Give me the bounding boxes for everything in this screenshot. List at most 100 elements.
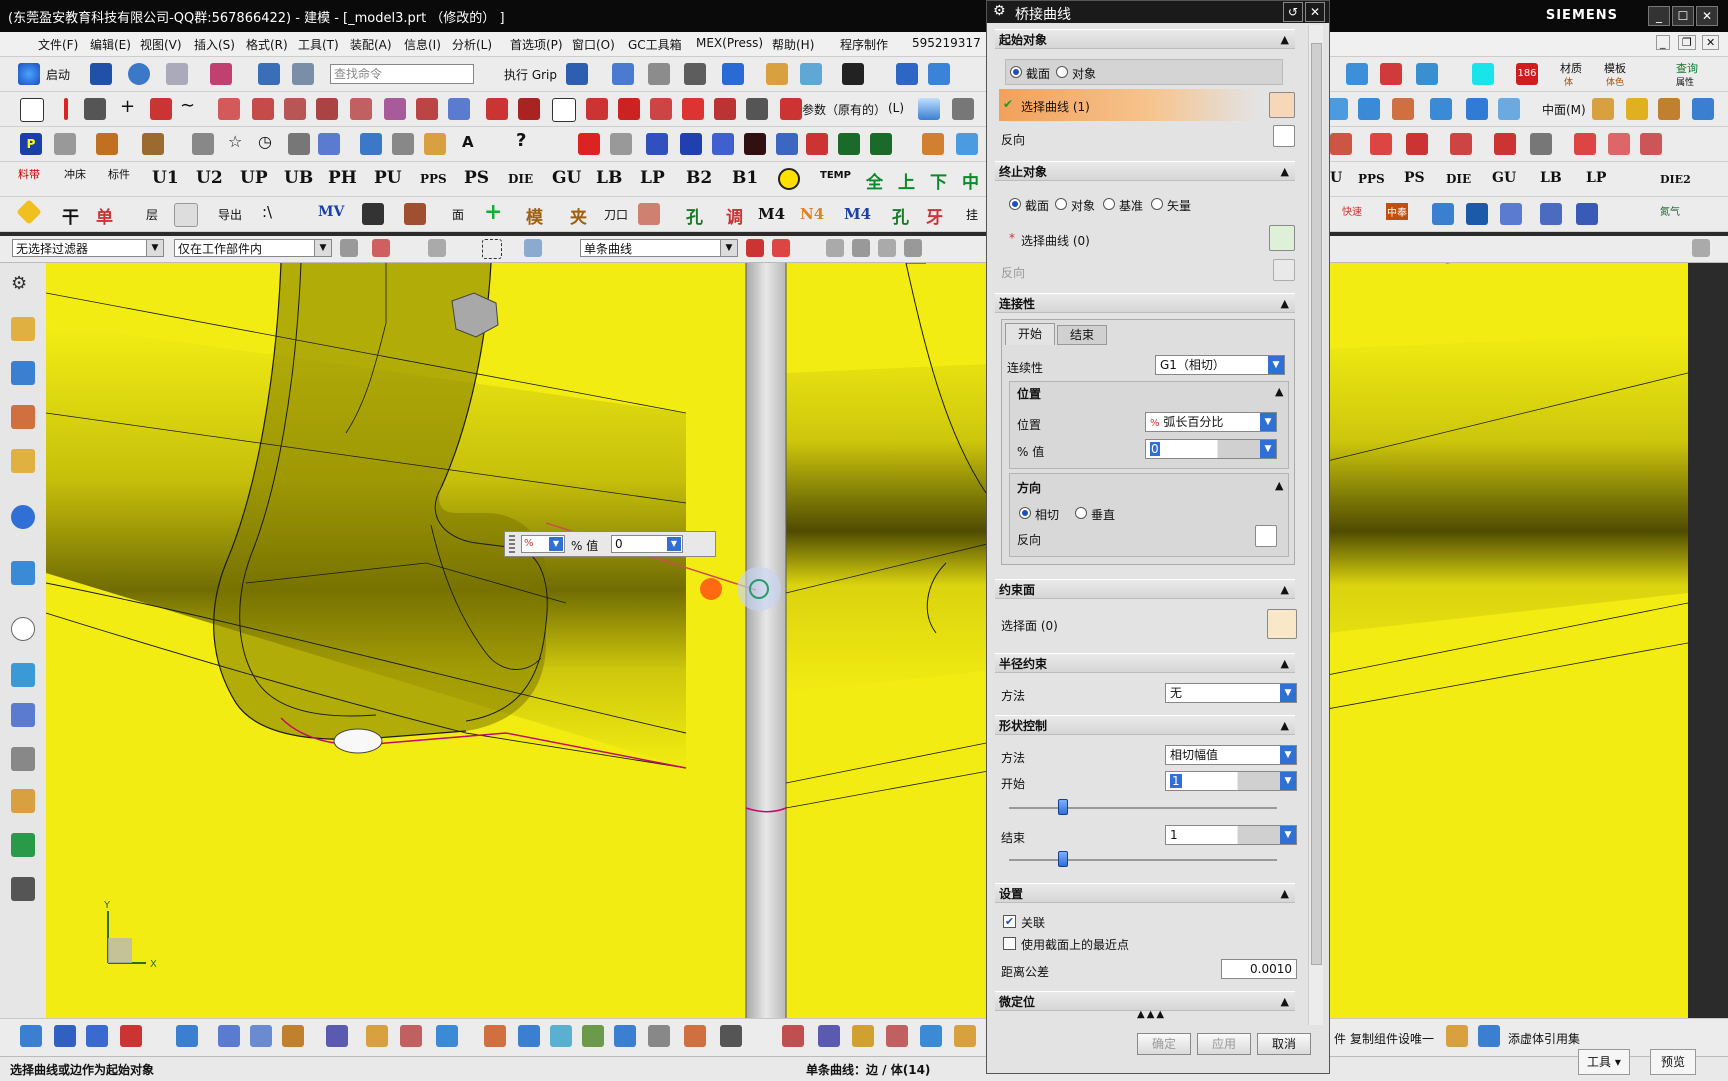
bottom-icon-10[interactable] [366,1025,388,1047]
measure-icon[interactable] [1416,63,1438,85]
mold-icon-a[interactable] [578,133,600,155]
cylinder-icon[interactable] [918,98,940,120]
section-settings[interactable]: 设置 ▲ [995,883,1295,903]
all-button[interactable]: 全 [866,168,883,193]
filter-icon[interactable] [288,133,310,155]
gu-button[interactable]: GU [552,168,581,188]
collapse-icon[interactable]: ▲ [1275,385,1283,398]
parameters-button[interactable]: 参数（原有的） [802,101,886,118]
box-select-icon[interactable] [482,239,502,259]
block-icon[interactable] [1466,98,1488,120]
bottom-icon-16[interactable] [582,1025,604,1047]
menu-edit[interactable]: 编辑(E) [90,36,131,53]
tab-start[interactable]: 开始 [1005,323,1055,345]
snap-point-icon[interactable] [1692,239,1710,257]
feature-icon-a[interactable] [1330,133,1352,155]
bottom-icon-22[interactable] [818,1025,840,1047]
shape-method-select[interactable]: 相切幅值 ▼ [1165,745,1297,765]
datum-icon[interactable] [84,98,106,120]
menu-help[interactable]: 帮助(H) [772,36,814,53]
section-radius-constraint[interactable]: 半径约束 ▲ [995,653,1295,673]
display-icon[interactable] [842,63,864,85]
snap-midpoint-icon[interactable] [852,239,870,257]
select-icon-a[interactable] [340,239,358,257]
palette-icon[interactable] [11,877,35,901]
drag-handle[interactable] [509,535,515,553]
ub-button[interactable]: UB [284,168,313,188]
scale-icon[interactable] [714,98,736,120]
lb-button[interactable]: LB [596,168,622,188]
ruler-icon[interactable] [142,133,164,155]
mold-icon-c[interactable] [646,133,668,155]
middle-button[interactable]: 中 [962,168,979,193]
cam-icon[interactable] [1500,203,1522,225]
bottom-icon-14[interactable] [518,1025,540,1047]
end-curve-select-icon[interactable] [1269,225,1295,251]
grid-icon[interactable] [612,63,634,85]
die-button-right[interactable]: DIE [1446,172,1471,186]
tools-button[interactable]: 工具 ▾ [1578,1049,1630,1075]
hang-button[interactable]: 挂 [966,206,978,223]
bridge-icon[interactable] [384,98,406,120]
temp-button[interactable]: TEMP [820,170,851,181]
mold-icon-f[interactable] [744,133,766,155]
m4-button[interactable]: M4 [758,205,785,223]
popup-percent-input[interactable]: 0 ▼ [611,535,683,553]
clock-history-icon[interactable] [11,617,35,641]
select-face-label[interactable]: 选择面 (0) [1001,617,1058,634]
hammer-icon[interactable] [96,133,118,155]
stack-icon[interactable] [956,133,978,155]
start-select-curve-row[interactable]: ✔ 选择曲线 (1) [999,89,1255,121]
shape-start-input[interactable]: 1 ▼ [1165,771,1297,791]
part-navigator-icon[interactable] [11,317,35,341]
dialog-scrollbar[interactable] [1308,25,1323,1025]
command-search-input[interactable]: 查找命令 [330,64,474,84]
nx-icon[interactable] [1576,203,1598,225]
bottom-icon-17[interactable] [614,1025,636,1047]
curve-rule-select[interactable]: 单条曲线 ▼ [580,239,738,257]
mv-button[interactable]: MV [318,204,344,220]
position-select[interactable]: % 弧长百分比 ▼ [1145,412,1277,432]
m4-blue-button[interactable]: M4 [844,205,871,223]
feature-icon-g[interactable] [1574,133,1596,155]
bottom-icon-25[interactable] [920,1025,942,1047]
chamfer-icon[interactable] [618,98,640,120]
tube-icon[interactable] [1692,98,1714,120]
dialog-gear-icon[interactable]: ⚙ [993,3,1006,19]
rectangle-icon[interactable] [20,98,44,122]
strip-button[interactable]: 料带 [18,166,40,182]
add-to-refset-button[interactable]: 添虚体引用集 [1508,1030,1580,1047]
curl-icon[interactable] [362,203,384,225]
dialog-title-bar[interactable]: ⚙ 桥接曲线 ↺ ✕ [987,1,1329,23]
menu-window[interactable]: 窗口(O) [572,36,615,53]
tab-end[interactable]: 结束 [1057,325,1107,345]
list-icon[interactable] [192,133,214,155]
surface-icon-c[interactable] [1392,98,1414,120]
direction-radio-tangent[interactable] [1019,507,1031,519]
dialog-scroll-thumb[interactable] [1311,43,1322,965]
menu-analysis[interactable]: 分析(L) [452,36,492,53]
constraint-navigator-icon[interactable] [11,405,35,429]
menu-preferences[interactable]: 首选项(P) [510,36,563,53]
hole-button[interactable]: 孔 [686,203,703,228]
flange-icon[interactable] [1658,98,1680,120]
system-scene-icon[interactable] [11,833,35,857]
menu-restore-button[interactable]: ❐ [1678,35,1696,50]
section-start-object[interactable]: 起始对象 ▲ [995,29,1295,49]
angle-icon[interactable] [952,98,974,120]
box-icon[interactable] [552,98,576,122]
select-icon-b[interactable] [372,239,390,257]
expand-more-icon[interactable]: ▲▲▲ [1137,1009,1166,1020]
shape-end-slider-track[interactable] [1009,859,1277,861]
orient-icon[interactable] [896,63,918,85]
bottom-icon-20[interactable] [720,1025,742,1047]
feature-icon-f[interactable] [1530,133,1552,155]
dialog-close-icon[interactable]: ✕ [1305,2,1325,22]
copy-component-button[interactable]: 复制组件设唯一 [1350,1030,1434,1047]
shaded-icon[interactable] [766,63,788,85]
join-icon[interactable] [416,98,438,120]
menu-file[interactable]: 文件(F) [38,36,78,53]
scan-icon[interactable] [360,133,382,155]
redo-icon[interactable] [166,63,188,85]
ref-set-icon[interactable] [1478,1025,1500,1047]
